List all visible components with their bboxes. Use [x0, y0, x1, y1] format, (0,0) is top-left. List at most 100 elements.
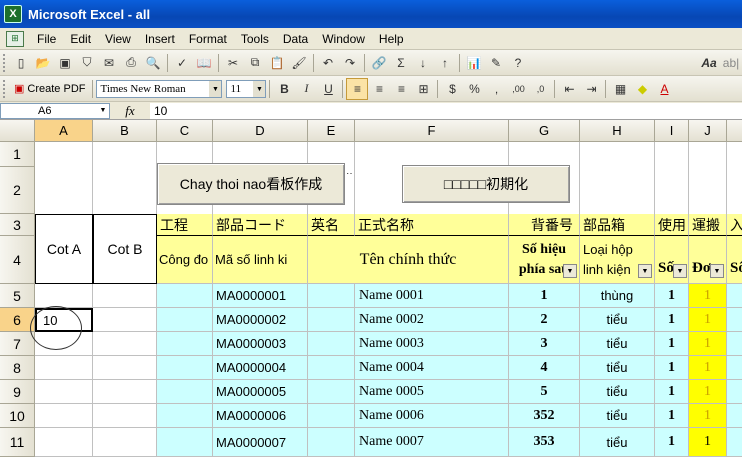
column-header-f[interactable]: F	[355, 120, 509, 142]
comma-button[interactable]: ,	[485, 78, 507, 100]
cell-g5[interactable]: 1	[509, 284, 580, 308]
increase-indent-icon[interactable]: ⇥	[580, 78, 602, 100]
cell-k11[interactable]	[727, 428, 742, 457]
print-icon[interactable]: ⎙	[120, 52, 142, 74]
formula-input[interactable]: 10	[150, 102, 742, 119]
cell-f9[interactable]: Name 0005	[355, 380, 509, 404]
chevron-down-icon[interactable]: ▼	[253, 80, 266, 97]
cell-h7[interactable]: tiểu	[580, 332, 655, 356]
cell-b11[interactable]	[93, 428, 157, 457]
cell-k7[interactable]	[727, 332, 742, 356]
help-icon[interactable]: ?	[507, 52, 529, 74]
font-name-select[interactable]: Times New Roman ▼	[96, 79, 223, 98]
menu-edit[interactable]: Edit	[63, 28, 98, 50]
cell-c11[interactable]	[157, 428, 213, 457]
cell-d11[interactable]: MA0000007	[213, 428, 308, 457]
row-header-2[interactable]: 2	[0, 167, 35, 214]
toolbar-grip[interactable]	[3, 53, 6, 72]
cell-b5[interactable]	[93, 284, 157, 308]
initialize-button[interactable]: □□□□□初期化	[402, 165, 570, 203]
cell-h6[interactable]: tiểu	[580, 308, 655, 332]
chay-thoi-nao-button[interactable]: Chay thoi nao看板作成	[157, 163, 345, 205]
cell-e8[interactable]	[308, 356, 355, 380]
cell-h11[interactable]: tiểu	[580, 428, 655, 457]
open-icon[interactable]: 📂	[32, 52, 54, 74]
cell-j7[interactable]: 1	[689, 332, 727, 356]
drawing-icon[interactable]: ✎	[485, 52, 507, 74]
undo-icon[interactable]: ↶	[317, 52, 339, 74]
column-header-e[interactable]: E	[308, 120, 355, 142]
cell-b9[interactable]	[93, 380, 157, 404]
cell-g7[interactable]: 3	[509, 332, 580, 356]
column-header-h[interactable]: H	[580, 120, 655, 142]
cell-e11[interactable]	[308, 428, 355, 457]
header-cell-c3[interactable]: 工程	[157, 214, 213, 236]
cell-k6[interactable]	[727, 308, 742, 332]
create-pdf-button[interactable]: ▣ Create PDF	[10, 82, 89, 96]
cell-j5[interactable]: 1	[689, 284, 727, 308]
autofilter-dropdown-icon[interactable]: ▼	[673, 264, 687, 278]
column-header-i[interactable]: I	[655, 120, 689, 142]
cell-b6[interactable]	[93, 308, 157, 332]
worksheet-grid[interactable]: A B C D E F G H I J 1 2 3 4 5 6 7 8 9 10 11 Chay thoi nao看板作成…	[0, 120, 742, 457]
permission-icon[interactable]: ⛉	[76, 52, 98, 74]
cell-c6[interactable]	[157, 308, 213, 332]
cell-c10[interactable]	[157, 404, 213, 428]
cell-d5[interactable]: MA0000001	[213, 284, 308, 308]
cell-c8[interactable]	[157, 356, 213, 380]
font-size-select[interactable]: 11 ▼	[226, 79, 267, 98]
column-header-c[interactable]: C	[157, 120, 213, 142]
redo-icon[interactable]: ↷	[339, 52, 361, 74]
cell-k8[interactable]	[727, 356, 742, 380]
cell-e6[interactable]	[308, 308, 355, 332]
row-header-9[interactable]: 9	[0, 380, 35, 404]
autofilter-dropdown-icon[interactable]: ▼	[563, 264, 577, 278]
cell[interactable]	[689, 142, 727, 214]
row-header-11[interactable]: 11	[0, 428, 35, 457]
cell-c9[interactable]	[157, 380, 213, 404]
decrease-indent-icon[interactable]: ⇤	[558, 78, 580, 100]
cell-b7[interactable]	[93, 332, 157, 356]
cell-a5[interactable]	[35, 284, 93, 308]
merge-center-icon[interactable]: ⊞	[412, 78, 434, 100]
header-cell-k4[interactable]: Số	[727, 236, 742, 284]
menu-format[interactable]: Format	[182, 28, 234, 50]
cut-icon[interactable]: ✂	[222, 52, 244, 74]
workbook-icon[interactable]: ⊞	[6, 30, 24, 47]
borders-icon[interactable]: ▦	[609, 78, 631, 100]
autosum-icon[interactable]: Σ	[390, 52, 412, 74]
header-cell-c4[interactable]: Công đo	[157, 236, 213, 284]
cell-j11[interactable]: 1	[689, 428, 727, 457]
text-box-icon[interactable]: ab|	[720, 52, 742, 74]
header-cell-d3[interactable]: 部品コード	[213, 214, 308, 236]
bold-button[interactable]: B	[273, 78, 295, 100]
cell-f11[interactable]: Name 0007	[355, 428, 509, 457]
cot-b-header[interactable]: Cot B	[93, 214, 157, 284]
row-header-8[interactable]: 8	[0, 356, 35, 380]
cell-j10[interactable]: 1	[689, 404, 727, 428]
cell-f7[interactable]: Name 0003	[355, 332, 509, 356]
research-icon[interactable]: 📖	[193, 52, 215, 74]
column-header-g[interactable]: G	[509, 120, 580, 142]
cell-j6[interactable]: 1	[689, 308, 727, 332]
email-icon[interactable]: ✉	[98, 52, 120, 74]
cell-e10[interactable]	[308, 404, 355, 428]
cell[interactable]	[93, 142, 157, 214]
cell-e5[interactable]	[308, 284, 355, 308]
cell-f6[interactable]: Name 0002	[355, 308, 509, 332]
cell-f10[interactable]: Name 0006	[355, 404, 509, 428]
cell-d7[interactable]: MA0000003	[213, 332, 308, 356]
sort-ascending-icon[interactable]: ↓	[412, 52, 434, 74]
font-style-icon[interactable]: Aa	[698, 52, 720, 74]
cell-b10[interactable]	[93, 404, 157, 428]
column-header-a[interactable]: A	[35, 120, 93, 142]
cot-a-header[interactable]: Cot A	[35, 214, 93, 284]
underline-button[interactable]: U	[317, 78, 339, 100]
cell[interactable]	[580, 142, 655, 214]
cell-a9[interactable]	[35, 380, 93, 404]
cell-i8[interactable]: 1	[655, 356, 689, 380]
fill-color-icon[interactable]: ◆	[631, 78, 653, 100]
header-cell-k3[interactable]: 入	[727, 214, 742, 236]
cell-g6[interactable]: 2	[509, 308, 580, 332]
cell-h10[interactable]: tiểu	[580, 404, 655, 428]
